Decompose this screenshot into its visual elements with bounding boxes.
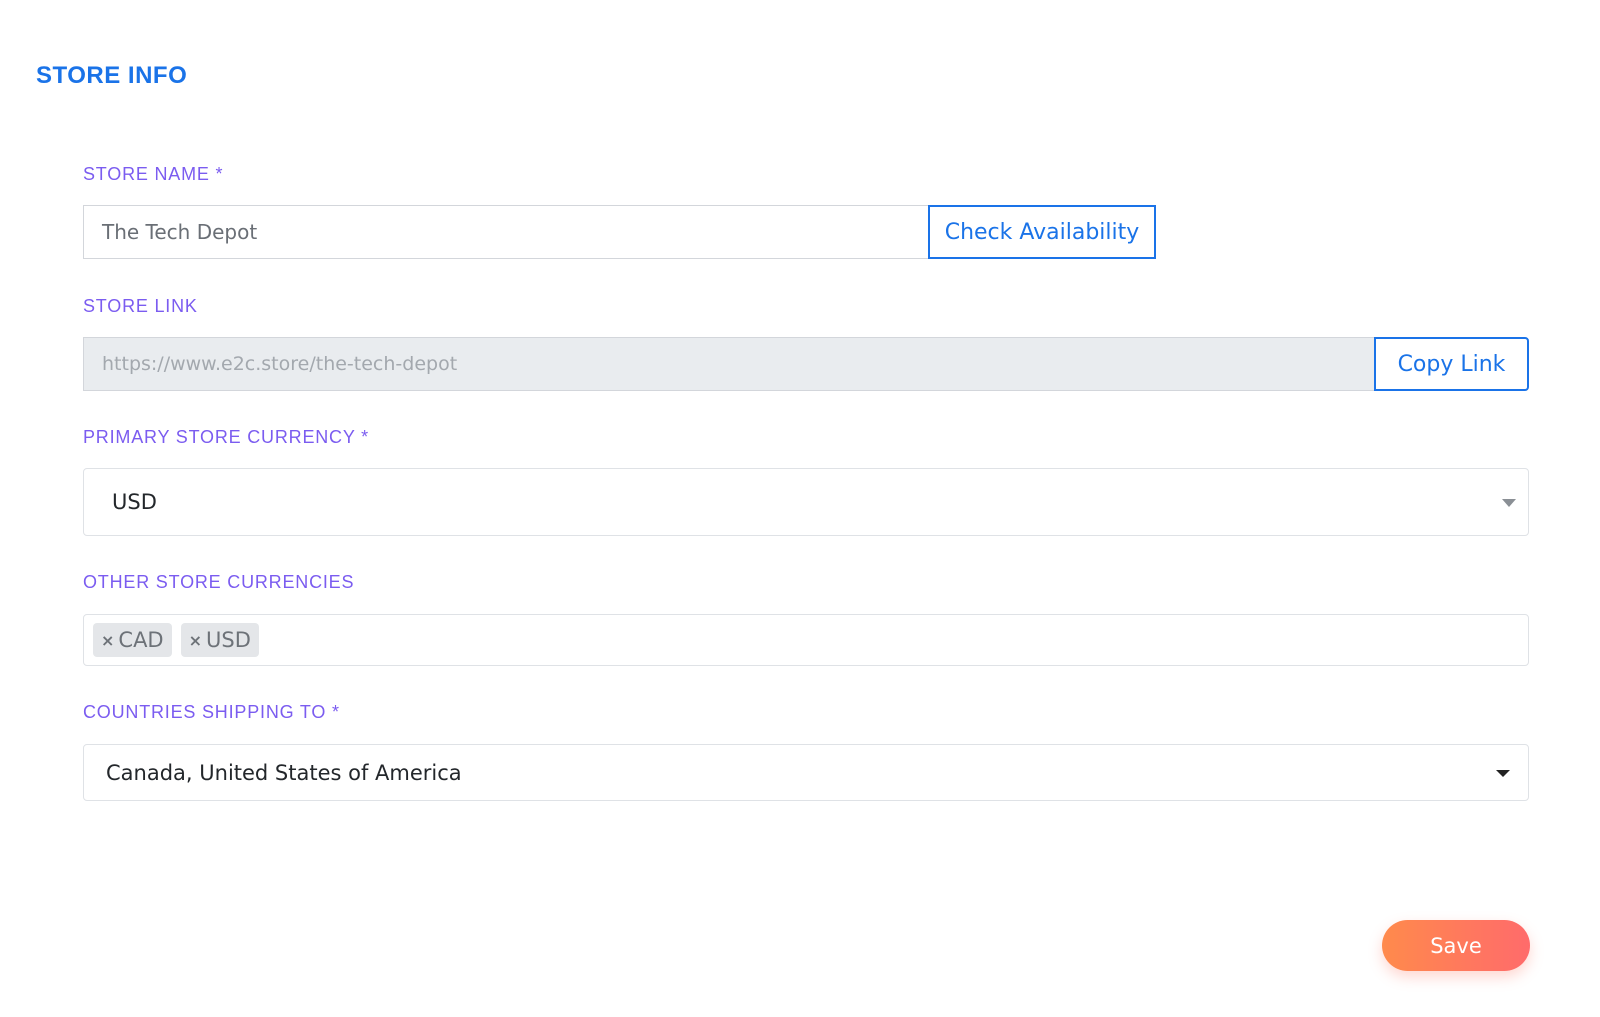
other-currencies-label: OTHER STORE CURRENCIES	[83, 572, 355, 592]
countries-select[interactable]: Canada, United States of America	[83, 744, 1529, 801]
store-link-input: https://www.e2c.store/the-tech-depot	[83, 337, 1374, 391]
chevron-down-icon	[1496, 770, 1510, 777]
primary-currency-label: PRIMARY STORE CURRENCY *	[83, 427, 369, 447]
store-link-label: STORE LINK	[83, 296, 198, 316]
store-info-page: STORE INFO STORE NAME * The Tech Depot C…	[0, 0, 1600, 1017]
currency-tag-cad: × CAD	[93, 623, 172, 657]
countries-value: Canada, United States of America	[106, 760, 462, 785]
store-name-label: STORE NAME *	[83, 164, 224, 184]
primary-currency-value: USD	[112, 490, 157, 514]
remove-tag-icon[interactable]: ×	[101, 631, 114, 650]
check-availability-button[interactable]: Check Availability	[928, 205, 1156, 259]
copy-link-button[interactable]: Copy Link	[1374, 337, 1529, 391]
currency-tag-label: CAD	[118, 628, 164, 652]
save-button[interactable]: Save	[1382, 920, 1530, 971]
countries-label: COUNTRIES SHIPPING TO *	[83, 702, 340, 722]
currency-tag-usd: × USD	[180, 623, 259, 657]
other-currencies-multiselect[interactable]: × CAD × USD	[83, 614, 1529, 666]
store-name-value: The Tech Depot	[102, 220, 258, 244]
store-name-input[interactable]: The Tech Depot	[83, 205, 928, 259]
section-title: STORE INFO	[36, 62, 188, 89]
currency-tag-label: USD	[206, 628, 251, 652]
remove-tag-icon[interactable]: ×	[189, 631, 202, 650]
chevron-down-icon	[1502, 499, 1516, 507]
primary-currency-select[interactable]: USD	[83, 468, 1529, 536]
store-link-value: https://www.e2c.store/the-tech-depot	[102, 353, 458, 375]
